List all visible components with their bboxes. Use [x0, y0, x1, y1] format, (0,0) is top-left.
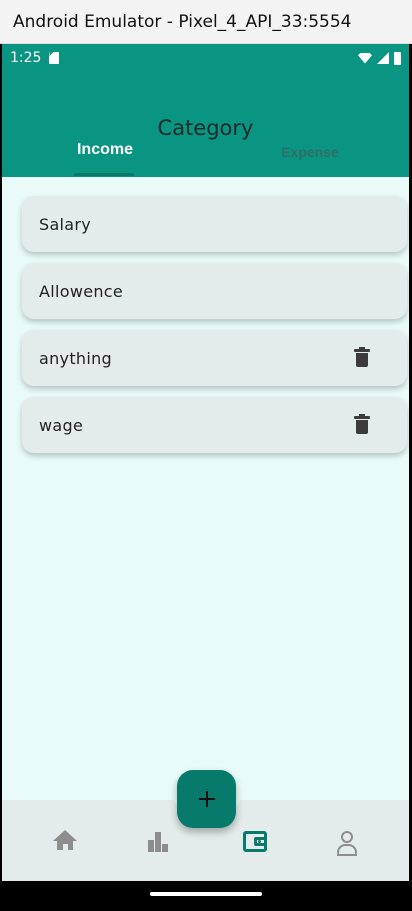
wifi-icon — [358, 52, 372, 64]
tab-bar: Income Expense — [2, 129, 409, 177]
emulator-title-bar: Android Emulator - Pixel_4_API_33:5554 — [0, 0, 412, 44]
person-icon[interactable] — [333, 828, 363, 858]
wallet-icon[interactable] — [241, 828, 271, 858]
delete-icon[interactable] — [354, 347, 370, 367]
device-frame: 1:25 Category Income Expense Salary Allo… — [0, 44, 412, 911]
add-category-button[interactable] — [177, 770, 236, 828]
status-time: 1:25 — [10, 50, 42, 66]
plus-icon — [198, 791, 215, 807]
category-item-wage[interactable]: wage — [22, 397, 407, 453]
home-icon[interactable] — [51, 828, 81, 858]
status-bar: 1:25 — [2, 44, 409, 72]
category-label: Salary — [39, 214, 92, 234]
app-screen: 1:25 Category Income Expense Salary Allo… — [2, 44, 409, 881]
sd-card-icon — [49, 52, 60, 64]
category-label: Allowence — [39, 281, 124, 301]
category-item-salary[interactable]: Salary — [22, 196, 407, 252]
delete-icon[interactable] — [354, 414, 370, 434]
tab-expense[interactable]: Expense — [250, 144, 370, 160]
gesture-handle[interactable] — [150, 892, 262, 896]
category-label: wage — [39, 415, 84, 435]
bar-chart-icon[interactable] — [144, 828, 174, 858]
category-item-anything[interactable]: anything — [22, 330, 407, 386]
signal-icon — [377, 52, 389, 64]
tab-indicator — [74, 173, 134, 176]
tab-income[interactable]: Income — [45, 141, 165, 159]
window-title: Android Emulator - Pixel_4_API_33:5554 — [13, 11, 352, 32]
battery-icon — [394, 51, 401, 65]
category-item-allowence[interactable]: Allowence — [22, 263, 407, 319]
category-label: anything — [39, 348, 112, 368]
